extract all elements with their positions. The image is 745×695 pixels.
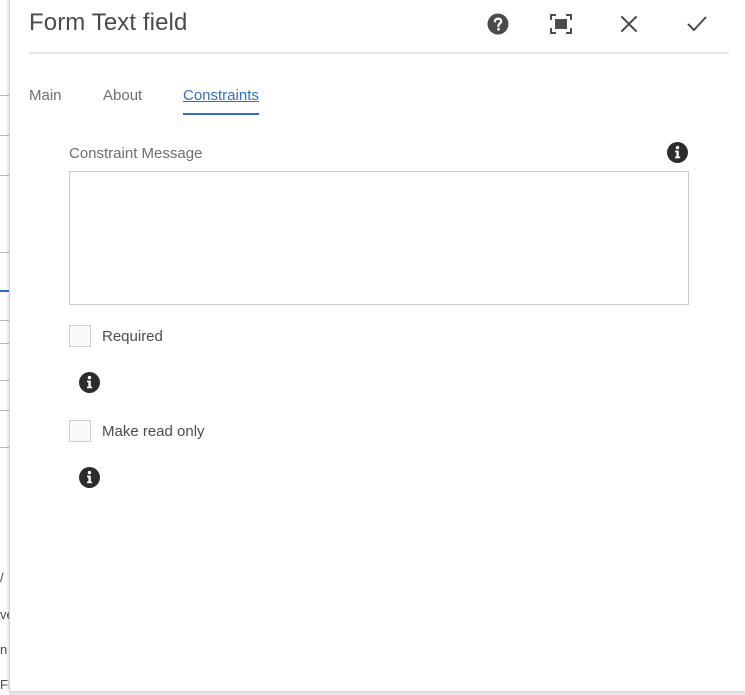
read-only-checkbox[interactable] (69, 420, 91, 442)
background-divider (0, 95, 9, 96)
background-text-fragment: ve (0, 607, 9, 622)
background-page-strip: / ve n Fi (0, 0, 9, 695)
form-text-field-dialog: Form Text field Main About Constraints C… (9, 0, 745, 691)
background-divider (0, 380, 9, 381)
background-page-bottom-edge (9, 691, 745, 695)
read-only-label[interactable]: Make read only (102, 423, 205, 440)
background-divider (0, 447, 9, 448)
info-icon[interactable] (79, 467, 100, 488)
help-button[interactable] (483, 9, 513, 39)
background-divider (0, 320, 9, 321)
dialog-title: Form Text field (29, 9, 188, 36)
info-icon[interactable] (79, 372, 100, 393)
done-button[interactable] (682, 9, 712, 39)
background-text-fragment: n (0, 642, 8, 657)
help-circle-icon (487, 13, 509, 35)
tab-constraints[interactable]: Constraints (183, 87, 259, 115)
background-divider (0, 135, 9, 136)
info-icon[interactable] (667, 142, 688, 163)
checkmark-icon (687, 16, 707, 31)
tab-about[interactable]: About (103, 87, 142, 113)
background-divider (0, 410, 9, 411)
background-divider (0, 175, 9, 176)
close-icon (621, 16, 637, 32)
background-text-fragment: / (0, 570, 4, 585)
header-divider (29, 52, 729, 54)
background-divider (0, 252, 9, 253)
fullscreen-button[interactable] (546, 9, 576, 39)
constraint-message-textarea[interactable] (69, 171, 689, 305)
constraint-message-label: Constraint Message (69, 145, 203, 162)
tab-main[interactable]: Main (29, 87, 62, 113)
required-label[interactable]: Required (102, 328, 163, 345)
background-divider (0, 343, 9, 344)
background-selected-line (0, 290, 9, 292)
required-checkbox[interactable] (69, 325, 91, 347)
background-text-fragment: Fi (0, 677, 9, 692)
fullscreen-icon (550, 14, 572, 34)
close-button[interactable] (614, 9, 644, 39)
